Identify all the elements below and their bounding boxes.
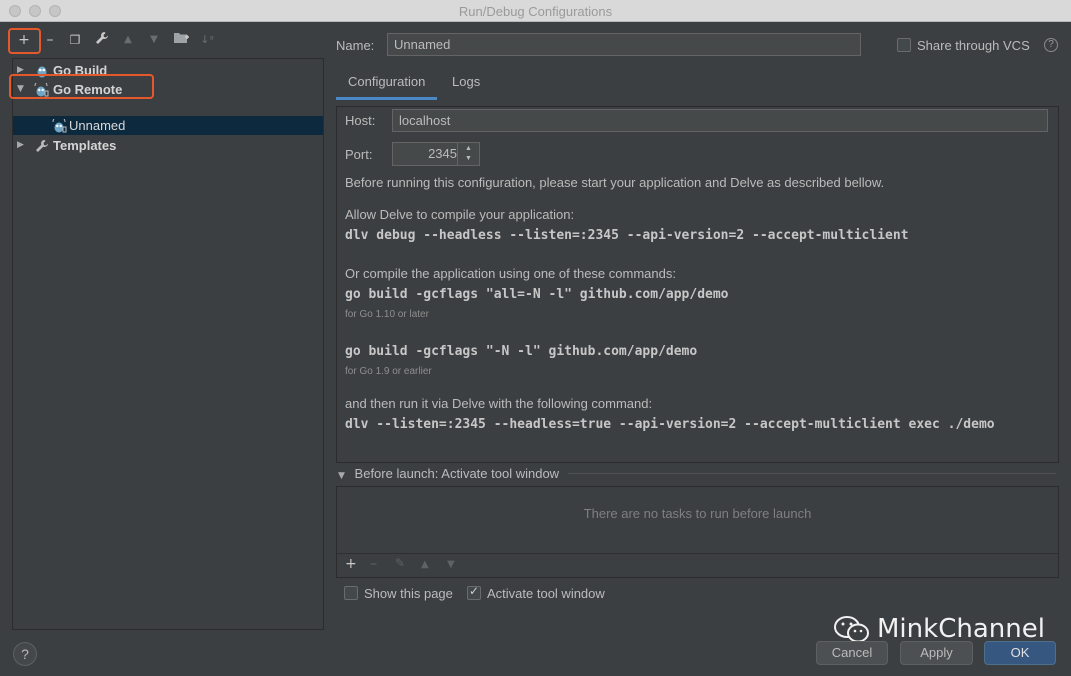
- tab-logs[interactable]: Logs: [440, 70, 492, 100]
- configuration-tree[interactable]: ▶ Go Build ▼ Go Remote Unnamed ▶ Templat…: [12, 58, 324, 630]
- go-remote-highlight: [9, 74, 154, 99]
- activate-tool-label: Activate tool window: [487, 586, 605, 601]
- remove-icon[interactable]: –: [41, 31, 59, 49]
- move-up-icon[interactable]: ▲: [119, 31, 137, 49]
- name-label: Name:: [336, 38, 375, 53]
- share-vcs-label: Share through VCS: [917, 38, 1030, 53]
- tasks-toolbar: + – ✎ ▲ ▼: [337, 553, 1058, 577]
- show-page-label: Show this page: [364, 586, 453, 601]
- compile-text: Or compile the application using one of …: [345, 266, 676, 281]
- build-command-110: go build -gcflags "all=-N -l" github.com…: [345, 287, 729, 302]
- tree-item-unnamed[interactable]: Unnamed: [13, 115, 323, 135]
- before-launch-title: Before launch: Activate tool window: [354, 466, 560, 481]
- collapse-arrow-icon: ▼: [338, 471, 345, 481]
- show-page-checkbox[interactable]: [344, 586, 358, 600]
- build-note-19: for Go 1.9 or earlier: [345, 366, 432, 377]
- gopher-remote-icon: [51, 115, 67, 133]
- title-bar: Run/Debug Configurations: [0, 0, 1071, 22]
- share-vcs-checkbox[interactable]: [897, 38, 911, 52]
- sort-icon[interactable]: ↓ᵃ: [198, 31, 216, 49]
- host-field[interactable]: localhost: [392, 109, 1048, 132]
- spinner-arrows-icon[interactable]: ▲ ▼: [457, 143, 479, 165]
- tree-item-templates[interactable]: ▶ Templates: [13, 136, 323, 155]
- name-field[interactable]: Unnamed: [387, 33, 861, 56]
- wrench-icon[interactable]: [93, 31, 111, 49]
- expand-arrow-icon[interactable]: ▶: [17, 136, 24, 155]
- remove-icon[interactable]: –: [370, 556, 377, 572]
- port-label: Port:: [345, 147, 373, 162]
- help-button[interactable]: ?: [13, 642, 37, 666]
- activate-tool-checkbox[interactable]: [467, 584, 481, 600]
- add-button-highlight: [8, 28, 41, 54]
- build-note-110: for Go 1.10 or later: [345, 309, 429, 320]
- tree-item-label: Templates: [53, 138, 117, 153]
- move-up-icon[interactable]: ▲: [421, 559, 429, 570]
- before-launch-tasks: There are no tasks to run before launch …: [336, 486, 1059, 578]
- window-title: Run/Debug Configurations: [458, 4, 613, 19]
- folder-add-icon[interactable]: [172, 31, 190, 49]
- watermark-text: MinkChannel: [877, 614, 1045, 644]
- cancel-button[interactable]: Cancel: [816, 641, 888, 665]
- port-value: 2345: [428, 146, 457, 161]
- before-launch-header[interactable]: ▼ Before launch: Activate tool window: [338, 466, 559, 481]
- configuration-panel: Host: localhost Port: 2345 ▲ ▼ Before run…: [336, 106, 1059, 463]
- move-down-icon[interactable]: ▼: [447, 559, 455, 570]
- tab-configuration[interactable]: Configuration: [336, 70, 438, 100]
- build-command-19: go build -gcflags "-N -l" github.com/app…: [345, 344, 698, 359]
- dialog-body: + – ❐ ▲ ▼ ↓ᵃ ▶ Go Build ▼ Go Remote Unna…: [0, 22, 1071, 676]
- ok-button[interactable]: OK: [984, 641, 1056, 665]
- port-stepper[interactable]: 2345 ▲ ▼: [392, 142, 480, 166]
- add-icon[interactable]: +: [345, 556, 357, 572]
- wrench-icon: [35, 139, 49, 152]
- empty-tasks-text: There are no tasks to run before launch: [583, 506, 812, 521]
- move-down-icon[interactable]: ▼: [145, 31, 163, 49]
- apply-button[interactable]: Apply: [900, 641, 973, 665]
- then-text: and then run it via Delve with the follo…: [345, 396, 653, 411]
- intro-text: Before running this configuration, pleas…: [345, 175, 885, 190]
- edit-icon[interactable]: ✎: [395, 556, 405, 570]
- tree-item-label: Unnamed: [69, 118, 126, 133]
- allow-text: Allow Delve to compile your application:: [345, 207, 575, 222]
- host-label: Host:: [345, 113, 376, 128]
- copy-icon[interactable]: ❐: [66, 31, 84, 49]
- help-icon[interactable]: ?: [1044, 38, 1058, 52]
- dlv-debug-command: dlv debug --headless --listen=:2345 --ap…: [345, 228, 909, 243]
- divider: [568, 473, 1056, 474]
- dlv-exec-command: dlv --listen=:2345 --headless=true --api…: [345, 417, 995, 432]
